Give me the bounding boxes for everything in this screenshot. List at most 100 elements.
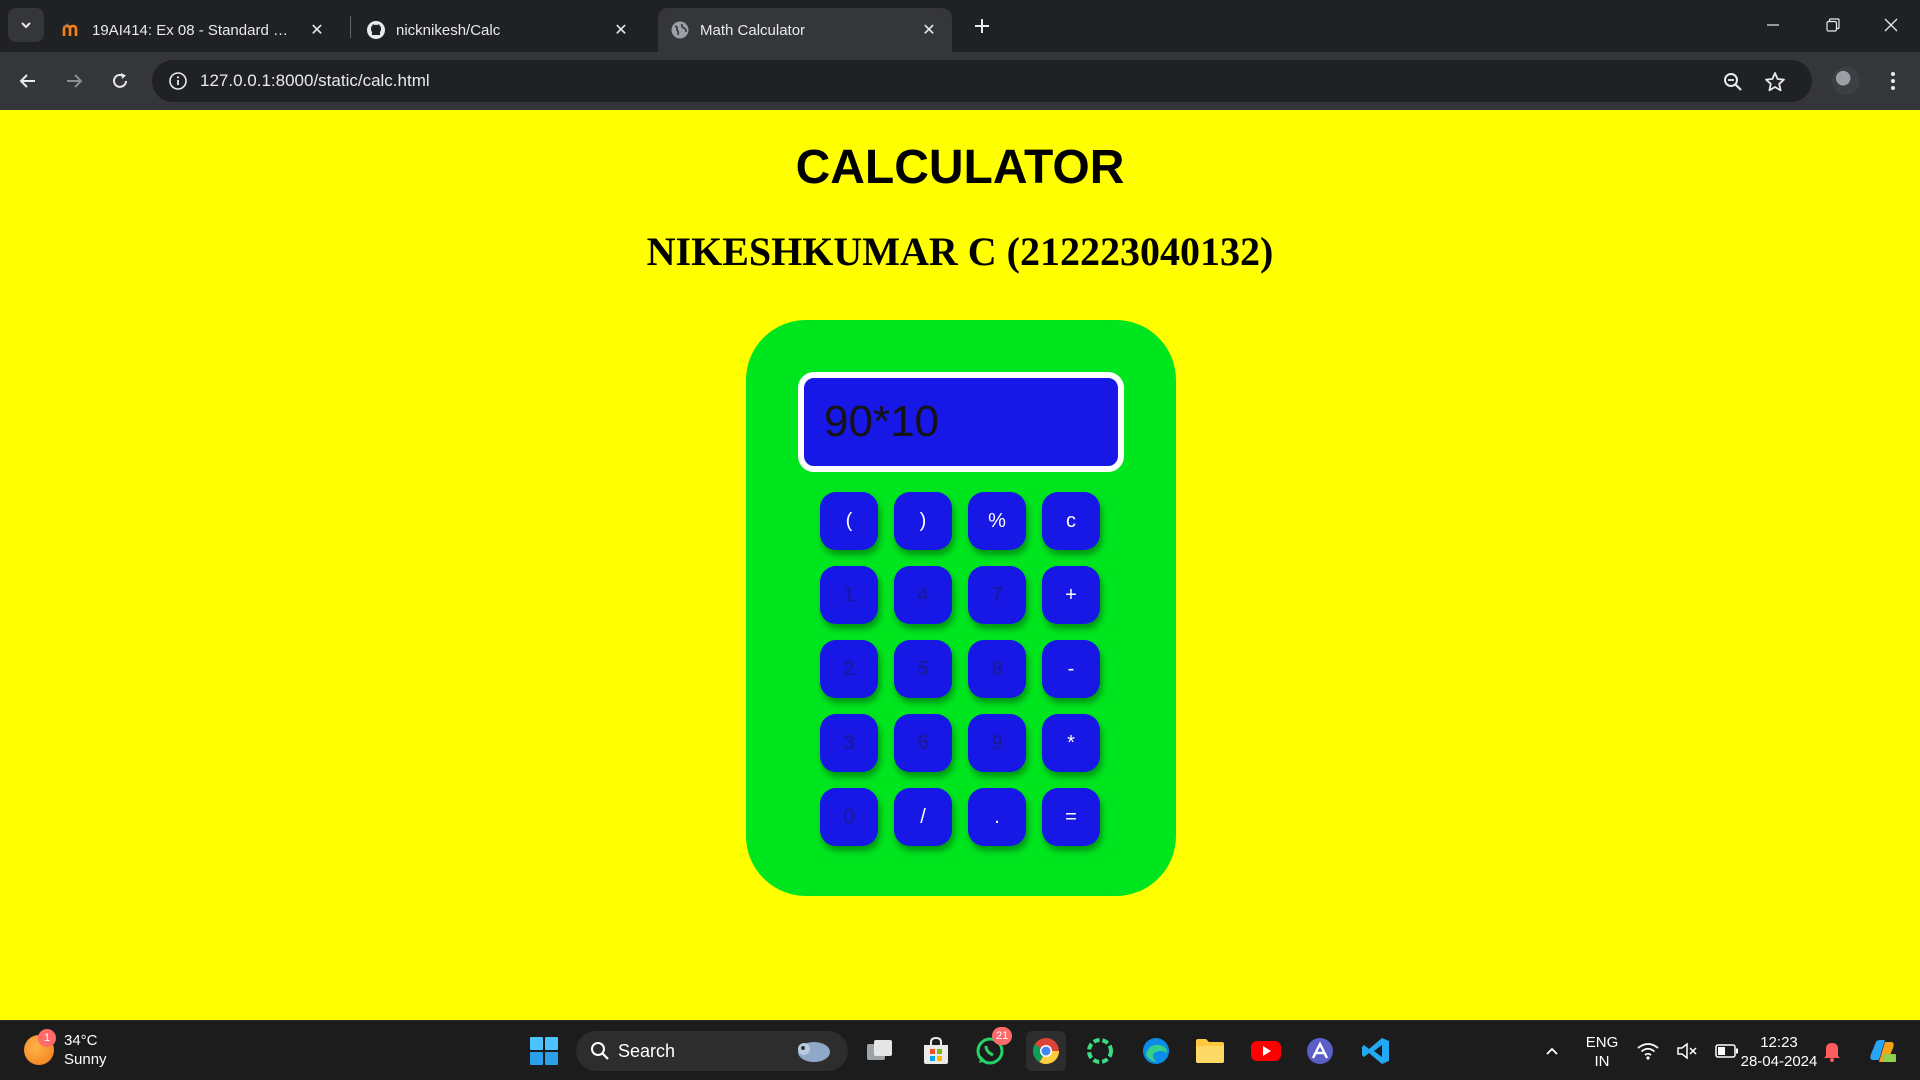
key-decimal[interactable]: . xyxy=(968,788,1026,846)
tab-github[interactable]: nicknikesh/Calc ✕ xyxy=(354,8,644,52)
tab-moodle[interactable]: 19AI414: Ex 08 - Standard Calcu ✕ xyxy=(50,8,340,52)
zoom-icon[interactable] xyxy=(1716,65,1750,99)
key-plus[interactable]: + xyxy=(1042,566,1100,624)
tray-overflow-button[interactable] xyxy=(1534,1031,1570,1071)
speaker-muted-icon xyxy=(1677,1042,1697,1060)
tab-title: 19AI414: Ex 08 - Standard Calcu xyxy=(92,21,298,39)
start-button[interactable] xyxy=(524,1031,564,1071)
search-label: Search xyxy=(618,1040,676,1061)
chrome-button[interactable] xyxy=(1026,1031,1066,1071)
close-icon[interactable]: ✕ xyxy=(610,19,632,41)
app-a-button[interactable] xyxy=(1300,1031,1340,1071)
language-indicator[interactable]: ENG IN xyxy=(1578,1033,1626,1071)
key-equals[interactable]: = xyxy=(1042,788,1100,846)
calculator-display[interactable]: 90*10 xyxy=(798,372,1124,472)
key-clear[interactable]: c xyxy=(1042,492,1100,550)
task-view-button[interactable] xyxy=(860,1031,900,1071)
reload-icon xyxy=(113,73,127,88)
calculator-body: 90*10 ( ) % c 1 4 7 + 2 5 8 - 3 6 9 * 0 … xyxy=(746,320,1176,896)
plus-icon xyxy=(975,19,989,33)
profile-avatar[interactable] xyxy=(1832,67,1860,95)
back-button[interactable] xyxy=(10,63,46,99)
region-code: IN xyxy=(1594,1053,1610,1070)
microsoft-store-button[interactable] xyxy=(916,1031,956,1071)
arrow-right-icon xyxy=(67,74,83,88)
key-minus[interactable]: - xyxy=(1042,640,1100,698)
bell-icon xyxy=(1824,1043,1840,1062)
copilot-icon xyxy=(1870,1040,1896,1062)
vscode-button[interactable] xyxy=(1356,1031,1396,1071)
vscode-icon xyxy=(1362,1038,1389,1064)
triangle-app-icon xyxy=(1307,1038,1333,1064)
calculator-keypad: ( ) % c 1 4 7 + 2 5 8 - 3 6 9 * 0 / . = xyxy=(820,492,1100,846)
file-explorer-button[interactable] xyxy=(1190,1031,1230,1071)
taskbar: 1 34°C Sunny Search 21 ENG IN 12:23 28-0… xyxy=(0,1020,1920,1080)
moodle-icon xyxy=(62,20,82,40)
close-icon[interactable]: ✕ xyxy=(918,19,940,41)
tab-title: Math Calculator xyxy=(700,21,806,39)
key-9[interactable]: 9 xyxy=(968,714,1026,772)
globe-icon xyxy=(670,20,690,40)
key-6[interactable]: 6 xyxy=(894,714,952,772)
weather-widget[interactable]: 1 34°C Sunny xyxy=(24,1029,107,1069)
key-0[interactable]: 0 xyxy=(820,788,878,846)
page-content: CALCULATOR NIKESHKUMAR C (212223040132) … xyxy=(0,110,1920,1020)
chevron-down-icon xyxy=(21,22,31,29)
notification-badge: 21 xyxy=(992,1027,1013,1045)
copilot-button[interactable] xyxy=(1862,1031,1902,1071)
forward-button[interactable] xyxy=(56,63,92,99)
system-tray-status[interactable] xyxy=(1628,1031,1748,1071)
key-percent[interactable]: % xyxy=(968,492,1026,550)
reload-button[interactable] xyxy=(102,63,138,99)
close-window-button[interactable] xyxy=(1862,0,1920,50)
store-icon xyxy=(924,1036,948,1064)
github-icon xyxy=(366,20,386,40)
sun-icon: 1 xyxy=(24,1029,56,1065)
key-multiply[interactable]: * xyxy=(1042,714,1100,772)
chevron-up-icon xyxy=(1546,1047,1558,1055)
task-view-icon xyxy=(867,1040,892,1060)
edge-button[interactable] xyxy=(1136,1031,1176,1071)
restore-icon xyxy=(1826,18,1840,32)
address-bar[interactable]: 127.0.0.1:8000/static/calc.html xyxy=(152,60,1812,102)
tab-search-button[interactable] xyxy=(8,8,44,42)
key-5[interactable]: 5 xyxy=(894,640,952,698)
restore-button[interactable] xyxy=(1804,0,1862,50)
browser-menu-button[interactable] xyxy=(1878,63,1908,99)
key-close-paren[interactable]: ) xyxy=(894,492,952,550)
taskbar-search[interactable]: Search xyxy=(576,1031,848,1071)
key-1[interactable]: 1 xyxy=(820,566,878,624)
chrome-icon xyxy=(1032,1038,1060,1065)
tab-strip: 19AI414: Ex 08 - Standard Calcu ✕ nickni… xyxy=(0,0,1920,52)
youtube-button[interactable] xyxy=(1246,1031,1286,1071)
key-open-paren[interactable]: ( xyxy=(820,492,878,550)
tab-title: nicknikesh/Calc xyxy=(396,21,501,39)
key-3[interactable]: 3 xyxy=(820,714,878,772)
minimize-button[interactable] xyxy=(1744,0,1802,50)
windows-icon xyxy=(530,1037,558,1065)
edge-icon xyxy=(1143,1038,1169,1064)
page-title: CALCULATOR xyxy=(795,141,1125,194)
close-icon[interactable]: ✕ xyxy=(306,19,328,41)
key-4[interactable]: 4 xyxy=(894,566,952,624)
key-7[interactable]: 7 xyxy=(968,566,1026,624)
notification-badge: 1 xyxy=(38,1029,56,1047)
page-subtitle: NIKESHKUMAR C (212223040132) xyxy=(646,229,1274,274)
key-8[interactable]: 8 xyxy=(968,640,1026,698)
clock[interactable]: 12:23 28-04-2024 xyxy=(1734,1033,1824,1071)
tab-separator xyxy=(350,16,351,38)
site-info-icon[interactable] xyxy=(160,71,196,91)
search-highlight-icon xyxy=(798,1042,830,1062)
close-icon xyxy=(1884,18,1898,32)
notifications-button[interactable] xyxy=(1816,1031,1848,1071)
bookmark-star-icon[interactable] xyxy=(1758,65,1792,99)
tab-math-calculator[interactable]: Math Calculator ✕ xyxy=(658,8,952,52)
loader-app-button[interactable] xyxy=(1080,1031,1120,1071)
language-code: ENG xyxy=(1585,1034,1619,1051)
new-tab-button[interactable] xyxy=(966,12,998,40)
key-2[interactable]: 2 xyxy=(820,640,878,698)
minimize-icon xyxy=(1767,24,1779,26)
key-divide[interactable]: / xyxy=(894,788,952,846)
whatsapp-button[interactable]: 21 xyxy=(970,1027,1013,1071)
more-vertical-icon xyxy=(1891,72,1895,90)
